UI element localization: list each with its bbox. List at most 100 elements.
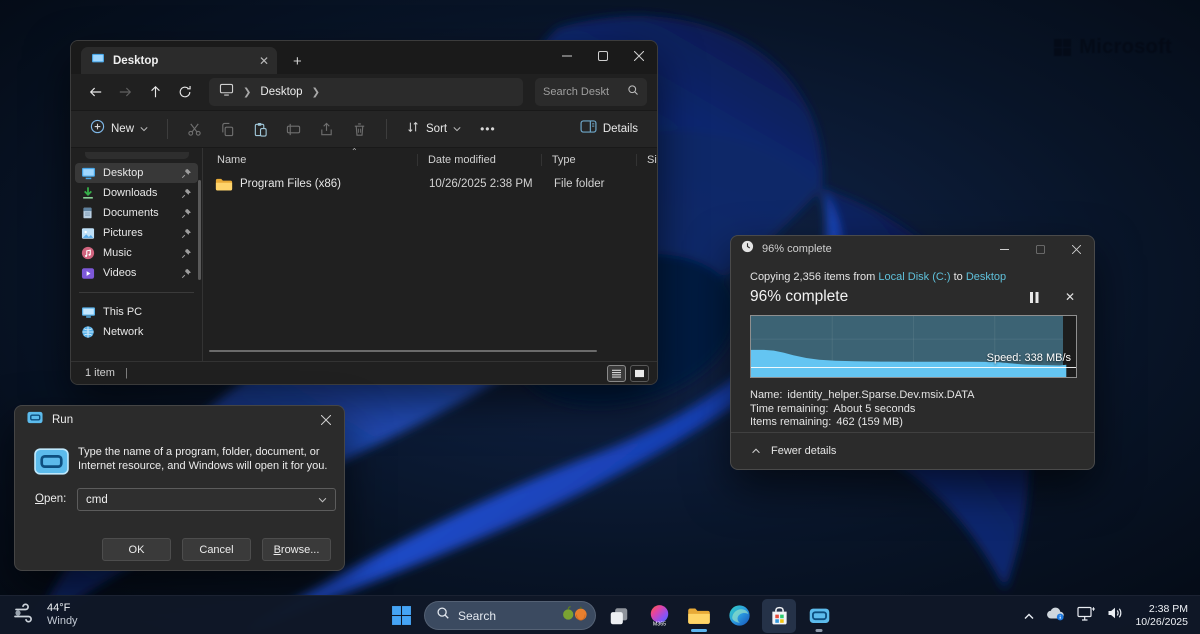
browse-label-rest: rowse... bbox=[281, 544, 320, 556]
fewer-details-toggle[interactable]: Fewer details bbox=[731, 432, 1094, 469]
item-count: 1 item bbox=[85, 367, 115, 379]
detail-name-label: Name: bbox=[750, 389, 782, 401]
scrolled-item-partial bbox=[85, 152, 189, 159]
taskbar-search[interactable]: Search bbox=[424, 601, 596, 630]
hidden-icons-chevron[interactable] bbox=[1023, 607, 1035, 625]
column-header-name[interactable]: Name bbox=[203, 154, 417, 166]
sidebar-item-label: Videos bbox=[103, 267, 174, 279]
file-row[interactable]: Program Files (x86)10/26/2025 2:38 PMFil… bbox=[203, 172, 657, 196]
divider bbox=[79, 292, 194, 293]
sidebar-item-label: Desktop bbox=[103, 167, 174, 179]
sidebar-item-label: Pictures bbox=[103, 227, 174, 239]
breadcrumb[interactable]: ❯ Desktop ❯ bbox=[209, 78, 523, 106]
file-date: 10/26/2025 2:38 PM bbox=[419, 178, 544, 190]
cancel-copy-button[interactable]: ✕ bbox=[1065, 290, 1075, 304]
browse-button[interactable]: Browse... bbox=[262, 538, 331, 561]
weather-widget[interactable]: 44°F Windy bbox=[0, 596, 84, 634]
cut-button[interactable] bbox=[180, 114, 209, 144]
wallpaper-watermark: Microsoft bbox=[1054, 36, 1172, 59]
maximize-button[interactable] bbox=[585, 41, 621, 71]
svg-text:M365: M365 bbox=[652, 621, 665, 627]
store-taskbar-button[interactable] bbox=[762, 599, 796, 633]
paste-button[interactable] bbox=[246, 114, 275, 144]
taskbar-center: Search M365 bbox=[384, 596, 836, 634]
start-button[interactable] bbox=[384, 599, 418, 633]
horizontal-scrollbar[interactable] bbox=[209, 350, 597, 352]
desktop-icon bbox=[91, 52, 105, 70]
share-button[interactable] bbox=[312, 114, 341, 144]
taskbar: 44°F Windy Search M365 2:38 PM 10/26/202… bbox=[0, 595, 1200, 634]
volume-icon[interactable] bbox=[1107, 606, 1124, 625]
network-icon[interactable] bbox=[1077, 606, 1096, 626]
sidebar-item-label: Music bbox=[103, 247, 174, 259]
breadcrumb-item-desktop[interactable]: Desktop bbox=[260, 86, 302, 98]
copy-destination-link[interactable]: Desktop bbox=[966, 271, 1006, 283]
file-explorer-taskbar-button[interactable] bbox=[682, 599, 716, 633]
detail-items-label: Items remaining: bbox=[750, 416, 831, 428]
sidebar-item-documents[interactable]: Documents bbox=[75, 203, 198, 223]
explorer-tab[interactable]: Desktop ✕ bbox=[81, 47, 277, 74]
sidebar-item-network[interactable]: Network bbox=[75, 322, 198, 342]
forward-button[interactable] bbox=[111, 78, 139, 106]
taskbar-apps: M365 bbox=[602, 599, 836, 633]
search-input[interactable]: Search Deskt bbox=[535, 78, 647, 106]
new-tab-button[interactable]: + bbox=[293, 53, 302, 70]
sort-icon bbox=[406, 120, 420, 139]
copy-button[interactable] bbox=[213, 114, 242, 144]
sidebar-item-downloads[interactable]: Downloads bbox=[75, 183, 198, 203]
task-view-taskbar-button[interactable] bbox=[602, 599, 636, 633]
copy-source-link[interactable]: Local Disk (C:) bbox=[878, 271, 950, 283]
chevron-down-icon bbox=[453, 126, 461, 132]
ok-button[interactable]: OK bbox=[102, 538, 171, 561]
more-options-button[interactable]: ••• bbox=[472, 122, 504, 136]
minimize-button[interactable] bbox=[986, 236, 1022, 262]
new-button[interactable]: New bbox=[83, 114, 155, 144]
sidebar-tree-group: This PCNetwork bbox=[71, 302, 202, 342]
sidebar-scrollbar[interactable] bbox=[198, 180, 201, 280]
new-button-label: New bbox=[111, 123, 134, 135]
clock-time: 2:38 PM bbox=[1135, 603, 1188, 616]
pause-button[interactable] bbox=[1029, 292, 1039, 303]
refresh-button[interactable] bbox=[171, 78, 199, 106]
close-button[interactable] bbox=[621, 41, 657, 71]
address-bar: ❯ Desktop ❯ Search Deskt bbox=[71, 74, 657, 110]
taskbar-clock[interactable]: 2:38 PM 10/26/2025 bbox=[1135, 603, 1188, 628]
sidebar-item-music[interactable]: Music bbox=[75, 243, 198, 263]
cancel-button[interactable]: Cancel bbox=[182, 538, 251, 561]
delete-button[interactable] bbox=[345, 114, 374, 144]
minimize-button[interactable] bbox=[549, 41, 585, 71]
column-header-type[interactable]: Type bbox=[541, 154, 636, 166]
sidebar-item-pictures[interactable]: Pictures bbox=[75, 223, 198, 243]
column-headers: Name ⌃ Date modified Type Si bbox=[203, 148, 657, 172]
watermark-text: Microsoft bbox=[1079, 36, 1172, 59]
m365-taskbar-button[interactable]: M365 bbox=[642, 599, 676, 633]
edge-taskbar-button[interactable] bbox=[722, 599, 756, 633]
maximize-button[interactable] bbox=[1022, 236, 1058, 262]
close-button[interactable] bbox=[308, 406, 344, 433]
large-icons-view-button[interactable] bbox=[630, 365, 649, 382]
sidebar-item-this-pc[interactable]: This PC bbox=[75, 302, 198, 322]
rename-button[interactable] bbox=[279, 114, 308, 144]
back-button[interactable] bbox=[81, 78, 109, 106]
run-app-taskbar-button[interactable] bbox=[802, 599, 836, 633]
chevron-down-icon bbox=[318, 497, 327, 503]
file-explorer-icon bbox=[687, 606, 711, 626]
open-combobox[interactable]: cmd bbox=[77, 488, 336, 511]
windows-logo-icon bbox=[391, 605, 412, 626]
column-header-date[interactable]: Date modified bbox=[417, 154, 541, 166]
up-button[interactable] bbox=[141, 78, 169, 106]
copy-dialog-title: 96% complete bbox=[762, 243, 978, 255]
weather-condition: Windy bbox=[47, 615, 78, 628]
onedrive-icon[interactable] bbox=[1046, 606, 1066, 626]
close-button[interactable] bbox=[1058, 236, 1094, 262]
details-view-button[interactable] bbox=[607, 365, 626, 382]
details-button[interactable]: Details bbox=[573, 114, 645, 144]
tab-close-icon[interactable]: ✕ bbox=[259, 54, 269, 68]
column-header-size[interactable]: Si bbox=[636, 154, 657, 166]
sidebar-item-videos[interactable]: Videos bbox=[75, 263, 198, 283]
sidebar-item-desktop[interactable]: Desktop bbox=[75, 163, 198, 183]
copy-summary-prefix: Copying 2,356 items from bbox=[750, 271, 878, 283]
speed-chart: Speed: 338 MB/s bbox=[750, 315, 1077, 378]
chevron-up-icon bbox=[1023, 612, 1035, 620]
sort-button[interactable]: Sort bbox=[399, 114, 468, 144]
